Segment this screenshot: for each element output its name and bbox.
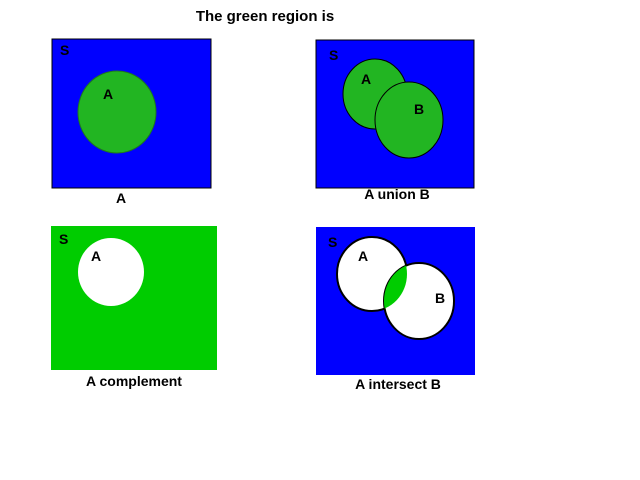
set-a-circle bbox=[77, 70, 157, 154]
universe-label: S bbox=[329, 47, 338, 63]
panel-caption: A complement bbox=[86, 373, 182, 389]
set-a-circle bbox=[78, 238, 144, 306]
set-b-label: B bbox=[435, 290, 445, 306]
panel-a-intersect-b: S A B A intersect B bbox=[316, 227, 475, 392]
universe-label: S bbox=[328, 234, 337, 250]
panel-a-union-b: S A B A union B bbox=[315, 39, 475, 202]
panel-a: S A A bbox=[51, 38, 212, 206]
set-a-label: A bbox=[103, 86, 113, 102]
panel-caption: A intersect B bbox=[355, 376, 441, 392]
universe-label: S bbox=[60, 42, 69, 58]
venn-diagrams: S A A S A B A union B S A A complement S… bbox=[51, 38, 475, 392]
set-a-label: A bbox=[358, 248, 368, 264]
set-a-label: A bbox=[91, 248, 101, 264]
set-b-circle bbox=[374, 81, 444, 159]
set-b-label: B bbox=[414, 101, 424, 117]
universe-label: S bbox=[59, 231, 68, 247]
set-a-label: A bbox=[361, 71, 371, 87]
universe-rect bbox=[51, 226, 217, 370]
panel-caption: A bbox=[116, 190, 126, 206]
panel-a-complement: S A A complement bbox=[51, 226, 217, 389]
panel-caption: A union B bbox=[364, 186, 430, 202]
